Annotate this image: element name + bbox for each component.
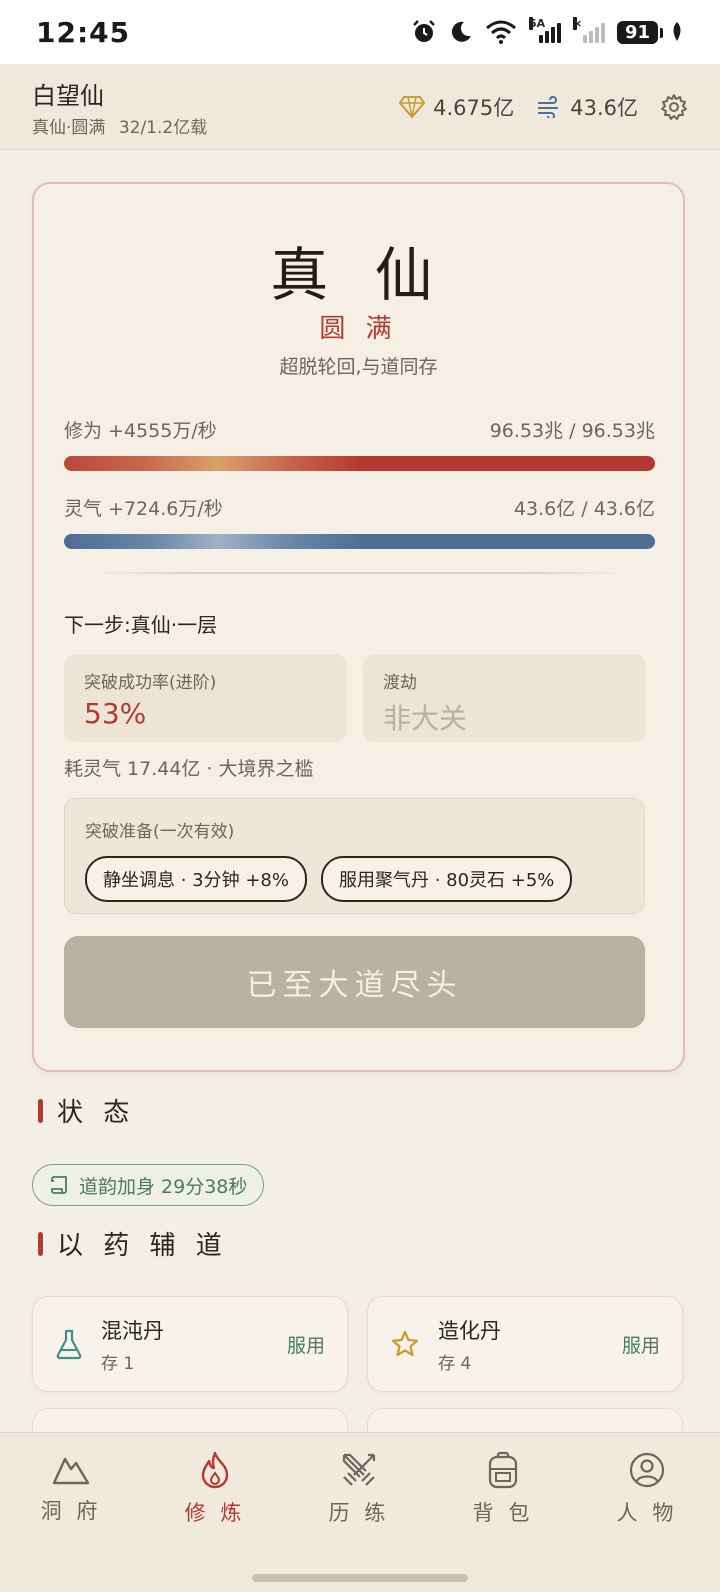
player-realm: 真仙·圆满 32/1.2亿载	[32, 117, 208, 138]
xiuwei-row: 修为 +4555万/秒 96.53兆 / 96.53兆	[64, 416, 655, 443]
star-icon	[391, 1330, 419, 1357]
bottom-nav: 洞 府 修 炼 历 练 背 包 人 物	[0, 1432, 720, 1592]
tribulation-box: 渡劫 非大关	[363, 654, 646, 742]
scroll-icon	[51, 1176, 67, 1194]
success-rate-value: 53%	[84, 697, 147, 730]
lingqi-progress-bar	[64, 534, 655, 549]
section-marker	[38, 1231, 43, 1256]
lingqi-value: 43.6亿 / 43.6亿	[513, 498, 655, 520]
leaf-icon	[670, 21, 684, 43]
use-pill-button[interactable]: 服用	[287, 1331, 325, 1358]
home-indicator[interactable]	[252, 1574, 468, 1582]
flame-icon	[201, 1451, 229, 1489]
moon-icon	[449, 20, 473, 44]
pill-name: 造化丹	[438, 1318, 501, 1343]
success-rate-box: 突破成功率(进阶) 53%	[64, 654, 347, 742]
nav-dongfu[interactable]: 洞 府	[16, 1451, 126, 1525]
nav-renwu[interactable]: 人 物	[592, 1451, 702, 1527]
breakthrough-button[interactable]: 已至大道尽头	[64, 936, 645, 1028]
realm-card: 真 仙 圆 满 超脱轮回,与道同存 修为 +4555万/秒 96.53兆 / 9…	[32, 182, 685, 1072]
resources: 4.675亿 43.6亿	[399, 92, 688, 122]
prep-label: 突破准备(一次有效)	[85, 822, 235, 842]
realm-stage: 圆 满	[319, 314, 398, 344]
status-section-title: 状 态	[38, 1092, 135, 1129]
nav-beibao[interactable]: 背 包	[448, 1451, 558, 1527]
nav-xiulian[interactable]: 修 炼	[160, 1451, 270, 1527]
status-icons: 5A × 91	[411, 17, 684, 45]
cell-signal-2-icon: ×	[572, 17, 605, 43]
settings-button[interactable]	[660, 93, 688, 121]
realm-description: 超脱轮回,与道同存	[279, 356, 438, 378]
clock: 12:45	[36, 15, 131, 49]
player-name: 白望仙	[32, 81, 104, 110]
pill-card-zaohua[interactable]: 造化丹 存 4 服用	[367, 1296, 683, 1392]
tribulation-label: 渡劫	[383, 673, 417, 693]
diamond-icon	[399, 95, 426, 119]
tribulation-value: 非大关	[383, 702, 468, 735]
xiuwei-progress-bar	[64, 456, 655, 471]
lingqi-label: 灵气 +724.6万/秒	[64, 498, 223, 520]
breakthrough-cost: 耗灵气 17.44亿 · 大境界之槛	[64, 758, 314, 780]
app-header: 白望仙 真仙·圆满 32/1.2亿载 4.675亿 43.6亿	[0, 64, 720, 150]
status-bar: 12:45 5A × 91	[0, 0, 720, 64]
wind-icon	[538, 95, 559, 118]
alarm-icon	[411, 19, 437, 45]
prep-meditate-button[interactable]: 静坐调息 · 3分钟 +8%	[85, 856, 307, 902]
cell-signal-icon: 5A	[528, 17, 561, 43]
breakthrough-prep: 突破准备(一次有效) 静坐调息 · 3分钟 +8% 服用聚气丹 · 80灵石 +…	[64, 798, 645, 914]
pill-name: 混沌丹	[101, 1318, 164, 1343]
backpack-icon	[488, 1451, 518, 1489]
divider	[92, 572, 627, 574]
flask-icon	[56, 1329, 82, 1360]
nav-lilian[interactable]: 历 练	[304, 1451, 414, 1527]
spirit-stone-count: 4.675亿	[399, 92, 514, 122]
pill-count: 存 4	[438, 1353, 472, 1374]
gear-icon	[661, 93, 687, 120]
pill-count: 存 1	[101, 1353, 135, 1374]
status-buff-chip[interactable]: 道韵加身 29分38秒	[32, 1164, 265, 1206]
lingqi-row: 灵气 +724.6万/秒 43.6亿 / 43.6亿	[64, 494, 655, 521]
player-info[interactable]: 白望仙 真仙·圆满 32/1.2亿载	[32, 76, 207, 138]
pills-section-title: 以 药 辅 道	[38, 1225, 228, 1262]
qi-count: 43.6亿	[536, 92, 638, 122]
pill-card-hundun[interactable]: 混沌丹 存 1 服用	[32, 1296, 348, 1392]
success-rate-label: 突破成功率(进阶)	[84, 673, 217, 693]
section-marker	[38, 1098, 43, 1123]
battery-icon: 91	[616, 20, 664, 44]
wifi-icon	[485, 20, 517, 44]
realm-title: 真 仙	[270, 241, 447, 309]
next-step: 下一步:真仙·一层	[64, 613, 218, 637]
xiuwei-label: 修为 +4555万/秒	[64, 420, 217, 442]
xiuwei-value: 96.53兆 / 96.53兆	[489, 420, 655, 442]
person-icon	[629, 1452, 665, 1488]
status-buff-text: 道韵加身 29分38秒	[79, 1175, 248, 1198]
use-pill-button[interactable]: 服用	[622, 1331, 660, 1358]
swords-icon	[342, 1453, 376, 1486]
prep-pill-button[interactable]: 服用聚气丹 · 80灵石 +5%	[320, 856, 573, 902]
mountain-icon	[52, 1457, 90, 1485]
